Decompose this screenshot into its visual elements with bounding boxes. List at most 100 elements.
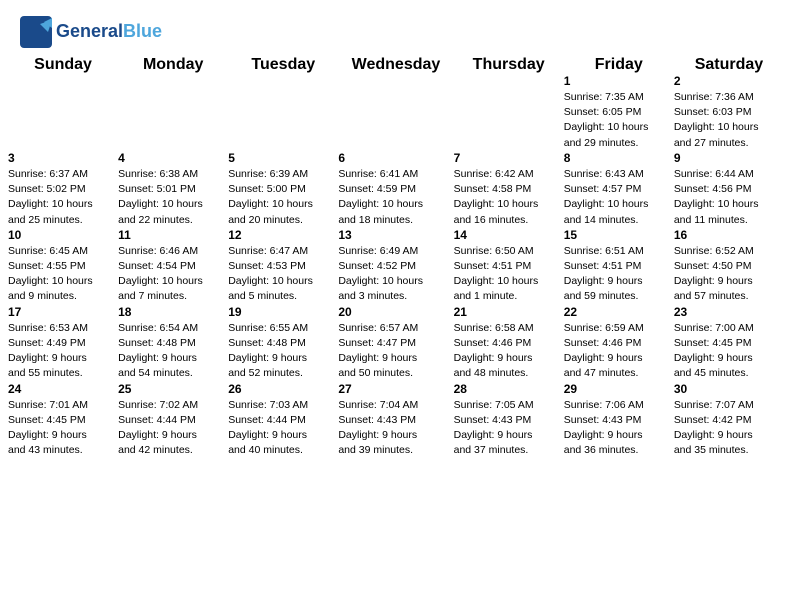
calendar-cell: 2 Sunrise: 7:36 AM Sunset: 6:03 PM Daylig… — [674, 74, 784, 151]
day-number: 11 — [118, 228, 228, 242]
calendar-cell: 20 Sunrise: 6:57 AM Sunset: 4:47 PM Dayli… — [338, 305, 453, 382]
day-number: 24 — [8, 382, 118, 396]
day-number: 20 — [338, 305, 453, 319]
day-header-wednesday: Wednesday — [338, 56, 453, 74]
day-number: 7 — [454, 151, 564, 165]
day-number: 23 — [674, 305, 784, 319]
day-info: Sunrise: 6:52 AM Sunset: 4:50 PM Dayligh… — [674, 244, 784, 305]
calendar-cell: 5 Sunrise: 6:39 AM Sunset: 5:00 PM Daylig… — [228, 151, 338, 228]
calendar-cell: 18 Sunrise: 6:54 AM Sunset: 4:48 PM Dayli… — [118, 305, 228, 382]
day-info: Sunrise: 6:51 AM Sunset: 4:51 PM Dayligh… — [564, 244, 674, 305]
day-info: Sunrise: 6:47 AM Sunset: 4:53 PM Dayligh… — [228, 244, 338, 305]
day-info: Sunrise: 7:00 AM Sunset: 4:45 PM Dayligh… — [674, 321, 784, 382]
day-info: Sunrise: 7:04 AM Sunset: 4:43 PM Dayligh… — [338, 398, 453, 459]
calendar-cell: 16Sunrise: 6:52 AM Sunset: 4:50 PM Dayli… — [674, 228, 784, 305]
calendar-cell: 13Sunrise: 6:49 AM Sunset: 4:52 PM Dayli… — [338, 228, 453, 305]
day-number: 28 — [454, 382, 564, 396]
day-info: Sunrise: 7:02 AM Sunset: 4:44 PM Dayligh… — [118, 398, 228, 459]
day-header-saturday: Saturday — [674, 56, 784, 74]
calendar-cell: 15 Sunrise: 6:51 AM Sunset: 4:51 PM Dayli… — [564, 228, 674, 305]
calendar-cell: 25 Sunrise: 7:02 AM Sunset: 4:44 PM Dayli… — [118, 382, 228, 459]
day-info: Sunrise: 7:05 AM Sunset: 4:43 PM Dayligh… — [454, 398, 564, 459]
calendar-cell: 4Sunrise: 6:38 AM Sunset: 5:01 PM Daylig… — [118, 151, 228, 228]
day-info: Sunrise: 6:50 AM Sunset: 4:51 PM Dayligh… — [454, 244, 564, 305]
calendar-cell: 12Sunrise: 6:47 AM Sunset: 4:53 PM Dayli… — [228, 228, 338, 305]
calendar-cell: 17 Sunrise: 6:53 AM Sunset: 4:49 PM Dayli… — [8, 305, 118, 382]
day-number: 19 — [228, 305, 338, 319]
day-number: 17 — [8, 305, 118, 319]
day-info: Sunrise: 7:35 AM Sunset: 6:05 PM Dayligh… — [564, 90, 674, 151]
calendar-week-2: 3 Sunrise: 6:37 AM Sunset: 5:02 PM Daylig… — [8, 151, 784, 228]
day-number: 21 — [454, 305, 564, 319]
day-info: Sunrise: 6:39 AM Sunset: 5:00 PM Dayligh… — [228, 167, 338, 228]
logo-text: GeneralBlue — [56, 22, 162, 42]
calendar-cell: 14 Sunrise: 6:50 AM Sunset: 4:51 PM Dayli… — [454, 228, 564, 305]
day-info: Sunrise: 6:55 AM Sunset: 4:48 PM Dayligh… — [228, 321, 338, 382]
calendar-week-4: 17 Sunrise: 6:53 AM Sunset: 4:49 PM Dayli… — [8, 305, 784, 382]
day-number: 14 — [454, 228, 564, 242]
day-info: Sunrise: 6:59 AM Sunset: 4:46 PM Dayligh… — [564, 321, 674, 382]
header: GeneralBlue — [0, 0, 792, 56]
day-info: Sunrise: 6:45 AM Sunset: 4:55 PM Dayligh… — [8, 244, 118, 305]
calendar-cell: 10 Sunrise: 6:45 AM Sunset: 4:55 PM Dayli… — [8, 228, 118, 305]
day-info: Sunrise: 6:44 AM Sunset: 4:56 PM Dayligh… — [674, 167, 784, 228]
logo-icon — [20, 16, 52, 48]
day-info: Sunrise: 6:54 AM Sunset: 4:48 PM Dayligh… — [118, 321, 228, 382]
day-number: 22 — [564, 305, 674, 319]
day-number: 26 — [228, 382, 338, 396]
calendar-cell: 1 Sunrise: 7:35 AM Sunset: 6:05 PM Daylig… — [564, 74, 674, 151]
day-number: 18 — [118, 305, 228, 319]
calendar-cell: 21 Sunrise: 6:58 AM Sunset: 4:46 PM Dayli… — [454, 305, 564, 382]
day-number: 8 — [564, 151, 674, 165]
day-info: Sunrise: 6:46 AM Sunset: 4:54 PM Dayligh… — [118, 244, 228, 305]
day-info: Sunrise: 6:49 AM Sunset: 4:52 PM Dayligh… — [338, 244, 453, 305]
day-info: Sunrise: 6:37 AM Sunset: 5:02 PM Dayligh… — [8, 167, 118, 228]
day-info: Sunrise: 7:07 AM Sunset: 4:42 PM Dayligh… — [674, 398, 784, 459]
day-info: Sunrise: 6:53 AM Sunset: 4:49 PM Dayligh… — [8, 321, 118, 382]
calendar-week-1: 1 Sunrise: 7:35 AM Sunset: 6:05 PM Daylig… — [8, 74, 784, 151]
day-number: 4 — [118, 151, 228, 165]
day-number: 2 — [674, 74, 784, 88]
day-header-tuesday: Tuesday — [228, 56, 338, 74]
day-header-friday: Friday — [564, 56, 674, 74]
calendar-cell — [8, 74, 118, 151]
calendar-cell: 9 Sunrise: 6:44 AM Sunset: 4:56 PM Daylig… — [674, 151, 784, 228]
day-number: 25 — [118, 382, 228, 396]
day-number: 9 — [674, 151, 784, 165]
day-info: Sunrise: 7:36 AM Sunset: 6:03 PM Dayligh… — [674, 90, 784, 151]
day-info: Sunrise: 6:58 AM Sunset: 4:46 PM Dayligh… — [454, 321, 564, 382]
calendar-wrapper: SundayMondayTuesdayWednesdayThursdayFrid… — [0, 56, 792, 466]
day-info: Sunrise: 7:01 AM Sunset: 4:45 PM Dayligh… — [8, 398, 118, 459]
day-info: Sunrise: 6:43 AM Sunset: 4:57 PM Dayligh… — [564, 167, 674, 228]
calendar-header-row: SundayMondayTuesdayWednesdayThursdayFrid… — [8, 56, 784, 74]
calendar-cell — [454, 74, 564, 151]
calendar-cell: 24 Sunrise: 7:01 AM Sunset: 4:45 PM Dayli… — [8, 382, 118, 459]
calendar-cell — [118, 74, 228, 151]
calendar-cell — [338, 74, 453, 151]
calendar-cell: 8 Sunrise: 6:43 AM Sunset: 4:57 PM Daylig… — [564, 151, 674, 228]
calendar-cell: 29Sunrise: 7:06 AM Sunset: 4:43 PM Dayli… — [564, 382, 674, 459]
day-number: 6 — [338, 151, 453, 165]
calendar-cell: 23 Sunrise: 7:00 AM Sunset: 4:45 PM Dayli… — [674, 305, 784, 382]
day-number: 29 — [564, 382, 674, 396]
day-number: 10 — [8, 228, 118, 242]
day-header-monday: Monday — [118, 56, 228, 74]
day-header-sunday: Sunday — [8, 56, 118, 74]
day-number: 15 — [564, 228, 674, 242]
calendar-cell: 28 Sunrise: 7:05 AM Sunset: 4:43 PM Dayli… — [454, 382, 564, 459]
day-info: Sunrise: 6:57 AM Sunset: 4:47 PM Dayligh… — [338, 321, 453, 382]
calendar-cell: 6Sunrise: 6:41 AM Sunset: 4:59 PM Daylig… — [338, 151, 453, 228]
calendar-cell: 3 Sunrise: 6:37 AM Sunset: 5:02 PM Daylig… — [8, 151, 118, 228]
calendar-week-5: 24 Sunrise: 7:01 AM Sunset: 4:45 PM Dayli… — [8, 382, 784, 459]
day-number: 3 — [8, 151, 118, 165]
calendar-cell: 7 Sunrise: 6:42 AM Sunset: 4:58 PM Daylig… — [454, 151, 564, 228]
calendar-cell: 27Sunrise: 7:04 AM Sunset: 4:43 PM Dayli… — [338, 382, 453, 459]
calendar-table: SundayMondayTuesdayWednesdayThursdayFrid… — [8, 56, 784, 458]
logo: GeneralBlue — [20, 16, 162, 48]
day-number: 1 — [564, 74, 674, 88]
calendar-cell — [228, 74, 338, 151]
day-info: Sunrise: 6:42 AM Sunset: 4:58 PM Dayligh… — [454, 167, 564, 228]
day-number: 30 — [674, 382, 784, 396]
calendar-cell: 19 Sunrise: 6:55 AM Sunset: 4:48 PM Dayli… — [228, 305, 338, 382]
day-number: 5 — [228, 151, 338, 165]
